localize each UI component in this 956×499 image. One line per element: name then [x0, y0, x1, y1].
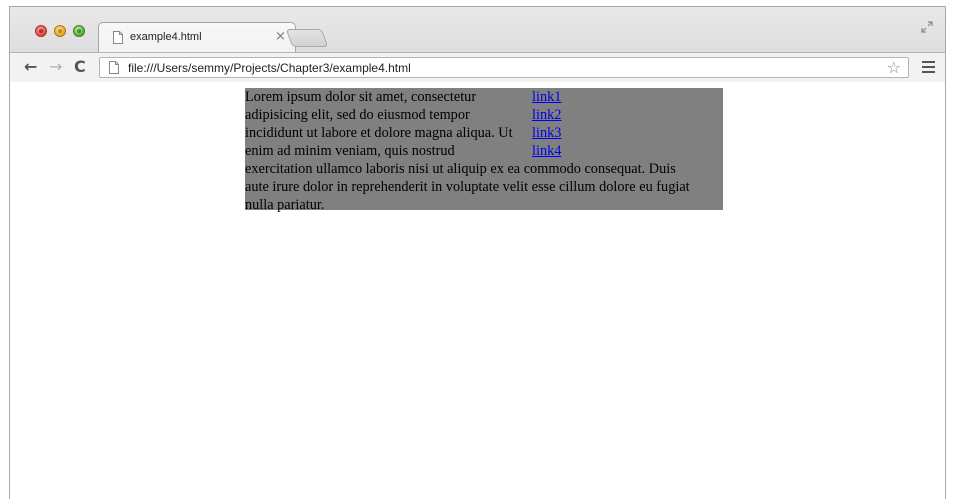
paragraph-line: enim ad minim veniam, quis nostrud — [245, 143, 455, 159]
link-list: link1 link2 link3 link4 — [532, 88, 561, 160]
close-tab-icon[interactable]: × — [275, 29, 286, 44]
tab-example4[interactable]: example4.html × — [98, 22, 296, 52]
page-icon — [109, 61, 119, 74]
url-text[interactable]: file:///Users/semmy/Projects/Chapter3/ex… — [128, 61, 411, 75]
link-1[interactable]: link1 — [532, 89, 561, 105]
browser-chrome: example4.html × ← → C file:///Users/semm… — [10, 7, 945, 82]
paragraph-line: incididunt ut labore et dolore magna ali… — [245, 125, 513, 141]
link-4[interactable]: link4 — [532, 143, 561, 159]
list-item: link3 — [532, 124, 561, 142]
address-bar[interactable]: file:///Users/semmy/Projects/Chapter3/ex… — [99, 57, 909, 78]
paragraph-line: nulla pariatur. — [245, 197, 325, 213]
list-item: link1 — [532, 88, 561, 106]
new-tab-button[interactable] — [285, 29, 329, 47]
link-3[interactable]: link3 — [532, 125, 561, 141]
zoom-window-button[interactable] — [73, 25, 85, 37]
content-container: Lorem ipsum dolor sit amet, consectetur … — [245, 88, 723, 213]
close-window-button[interactable] — [35, 25, 47, 37]
forward-icon[interactable]: → — [49, 58, 62, 76]
page-icon — [113, 31, 123, 44]
list-item: link4 — [532, 142, 561, 160]
back-icon[interactable]: ← — [24, 58, 37, 76]
minimize-window-button[interactable] — [54, 25, 66, 37]
bookmark-star-icon[interactable]: ☆ — [887, 59, 901, 77]
browser-window: example4.html × ← → C file:///Users/semm… — [9, 6, 946, 499]
list-item: link2 — [532, 106, 561, 124]
toolbar: ← → C file:///Users/semmy/Projects/Chapt… — [10, 52, 945, 82]
lorem-paragraph: Lorem ipsum dolor sit amet, consectetur … — [245, 88, 723, 214]
paragraph-line: Lorem ipsum dolor sit amet, consectetur — [245, 89, 477, 105]
paragraph-line: adipisicing elit, sed do eiusmod tempor — [245, 107, 470, 123]
reload-icon[interactable]: C — [74, 58, 86, 76]
page-viewport: Lorem ipsum dolor sit amet, consectetur … — [10, 82, 945, 499]
paragraph-line: exercitation ullamco laboris nisi ut ali… — [245, 161, 676, 177]
fullscreen-icon[interactable] — [921, 21, 933, 33]
menu-icon[interactable] — [922, 61, 935, 73]
link-2[interactable]: link2 — [532, 107, 561, 123]
paragraph-line: aute irure dolor in reprehenderit in vol… — [245, 179, 690, 195]
tab-strip: example4.html × — [10, 7, 945, 52]
tab-title: example4.html — [130, 31, 202, 43]
